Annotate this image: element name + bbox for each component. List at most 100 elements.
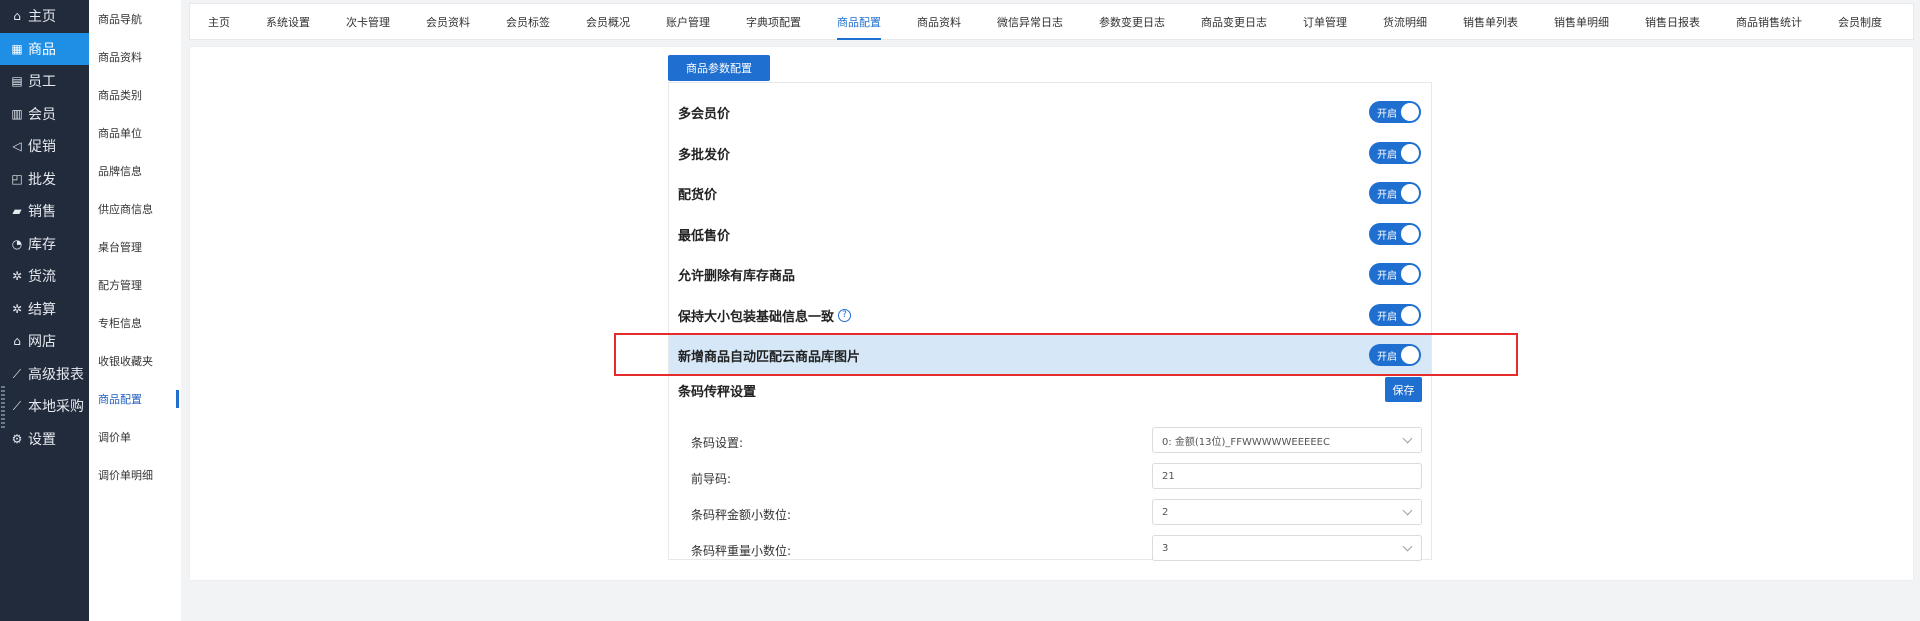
nav-item-label: 会员	[28, 106, 56, 123]
nav-item-1[interactable]: ▦ 商品	[0, 32, 89, 65]
chevron-down-icon	[1402, 505, 1413, 516]
submenu-item-9[interactable]: 收银收藏夹	[89, 342, 181, 380]
tab-1[interactable]: 系统设置	[266, 3, 310, 40]
tab-17[interactable]: 销售日报表	[1645, 3, 1700, 40]
toggle-switch[interactable]: 开启	[1369, 344, 1421, 366]
tab-18[interactable]: 商品销售统计	[1736, 3, 1802, 40]
submenu-item-5[interactable]: 供应商信息	[89, 190, 181, 228]
nav-item-9[interactable]: ✲ 结算	[0, 293, 89, 326]
nav-item-6[interactable]: ▰ 销售	[0, 195, 89, 228]
field-value: 0: 金额(13位)_FFWWWWWEEEEEC	[1162, 436, 1330, 448]
submenu-item-4[interactable]: 品牌信息	[89, 152, 181, 190]
submenu-item-0[interactable]: 商品导航	[89, 0, 181, 38]
config-row-3: 最低售价 开启	[669, 214, 1431, 254]
barcode-select[interactable]: 2	[1152, 499, 1422, 525]
nav-item-7[interactable]: ◔ 库存	[0, 228, 89, 261]
config-row-label: 新增商品自动匹配云商品库图片	[678, 346, 860, 365]
nav-collapse-handle[interactable]	[1, 386, 5, 430]
submenu-item-6[interactable]: 桌台管理	[89, 228, 181, 266]
tab-9[interactable]: 商品资料	[917, 3, 961, 40]
toggle-knob	[1401, 306, 1419, 324]
barcode-select[interactable]: 0: 金额(13位)_FFWWWWWEEEEEC	[1152, 427, 1422, 453]
tab-11[interactable]: 参数变更日志	[1099, 3, 1165, 40]
submenu-item-1[interactable]: 商品资料	[89, 38, 181, 76]
nav-item-5[interactable]: ◰ 批发	[0, 163, 89, 196]
tab-5[interactable]: 会员概况	[586, 3, 630, 40]
config-row-label: 保持大小包装基础信息一致?	[678, 306, 852, 325]
nav-item-label: 设置	[28, 431, 56, 448]
nav-item-label: 商品	[28, 41, 56, 58]
config-row-text: 新增商品自动匹配云商品库图片	[678, 349, 861, 365]
tab-13[interactable]: 订单管理	[1303, 3, 1347, 40]
nav-item-4[interactable]: ◁ 促销	[0, 130, 89, 163]
tab-16[interactable]: 销售单明细	[1554, 3, 1609, 40]
barcode-field-label: 前导码:	[691, 472, 732, 486]
submenu-item-8[interactable]: 专柜信息	[89, 304, 181, 342]
config-row-text: 配货价	[678, 187, 718, 203]
submenu-item-12[interactable]: 调价单明细	[89, 456, 181, 494]
config-row-label: 允许删除有库存商品	[678, 265, 795, 284]
toggle-switch[interactable]: 开启	[1369, 223, 1421, 245]
nav-item-3[interactable]: ▥ 会员	[0, 98, 89, 131]
tab-6[interactable]: 账户管理	[666, 3, 710, 40]
config-row-5: 保持大小包装基础信息一致? 开启	[669, 295, 1431, 335]
help-icon[interactable]: ?	[838, 308, 852, 322]
tab-4[interactable]: 会员标签	[506, 3, 550, 40]
tab-14[interactable]: 货流明细	[1383, 3, 1427, 40]
toggle-knob	[1401, 144, 1419, 162]
nav-item-2[interactable]: ▤ 员工	[0, 65, 89, 98]
tab-19[interactable]: 会员制度	[1838, 3, 1882, 40]
barcode-input[interactable]: 21	[1152, 463, 1422, 489]
nav-item-label: 员工	[28, 74, 56, 91]
barcode-field-label: 条码秤重量小数位:	[691, 544, 792, 558]
toggle-label: 开启	[1377, 108, 1397, 120]
nav-item-0[interactable]: ⌂ 主页	[0, 0, 89, 33]
toggle-switch[interactable]: 开启	[1369, 101, 1421, 123]
config-row-6: 新增商品自动匹配云商品库图片 开启	[669, 335, 1431, 375]
nav-item-label: 库存	[28, 236, 56, 253]
tab-12[interactable]: 商品变更日志	[1201, 3, 1267, 40]
submenu-item-3[interactable]: 商品单位	[89, 114, 181, 152]
config-row-text: 多会员价	[678, 106, 731, 122]
tab-7[interactable]: 字典项配置	[746, 3, 801, 40]
nav-item-label: 销售	[28, 204, 56, 221]
tab-15[interactable]: 销售单列表	[1463, 3, 1518, 40]
tab-0[interactable]: 主页	[208, 3, 230, 40]
nav-item-12[interactable]: ⟋ 本地采购	[0, 390, 89, 423]
nav-item-10[interactable]: ⌂ 网店	[0, 325, 89, 358]
nav-item-13[interactable]: ⚙ 设置	[0, 423, 89, 456]
toggle-switch[interactable]: 开启	[1369, 304, 1421, 326]
tab-2[interactable]: 次卡管理	[346, 3, 390, 40]
toggle-switch[interactable]: 开启	[1369, 263, 1421, 285]
toggle-switch[interactable]: 开启	[1369, 142, 1421, 164]
tab-8[interactable]: 商品配置	[837, 3, 881, 40]
submenu-item-11[interactable]: 调价单	[89, 418, 181, 456]
toggle-label: 开启	[1377, 270, 1397, 282]
nav-item-label: 结算	[28, 301, 56, 318]
save-button[interactable]: 保存	[1385, 377, 1422, 402]
barcode-section-title: 条码传秤设置	[678, 385, 757, 400]
product-param-config-tab[interactable]: 商品参数配置	[668, 55, 770, 81]
member-icon: ▥	[11, 106, 23, 121]
gear-icon: ✲	[11, 269, 23, 284]
nav-item-label: 批发	[28, 171, 56, 188]
tab-3[interactable]: 会员资料	[426, 3, 470, 40]
tab-10[interactable]: 微信异常日志	[997, 3, 1063, 40]
config-row-1: 多批发价 开启	[669, 133, 1431, 173]
submenu-item-2[interactable]: 商品类别	[89, 76, 181, 114]
nav-item-label: 主页	[28, 9, 56, 26]
toggle-label: 开启	[1377, 230, 1397, 242]
sub-menu: 商品导航 商品资料 商品类别 商品单位 品牌信息 供应商信息 桌台管理 配方管理 专柜信息 收银收…	[89, 0, 181, 621]
barcode-select[interactable]: 3	[1152, 535, 1422, 561]
config-row-text: 允许删除有库存商品	[678, 268, 796, 284]
grid-icon: ▦	[11, 41, 23, 56]
nav-item-11[interactable]: ⟋ 高级报表	[0, 358, 89, 391]
submenu-item-10[interactable]: 商品配置	[89, 380, 181, 418]
submenu-item-7[interactable]: 配方管理	[89, 266, 181, 304]
toggle-label: 开启	[1377, 351, 1397, 363]
chart-icon: ▰	[12, 204, 22, 219]
shop-icon: ⌂	[13, 334, 21, 349]
toggle-switch[interactable]: 开启	[1369, 182, 1421, 204]
nav-item-8[interactable]: ✲ 货流	[0, 260, 89, 293]
config-row-4: 允许删除有库存商品 开启	[669, 254, 1431, 294]
